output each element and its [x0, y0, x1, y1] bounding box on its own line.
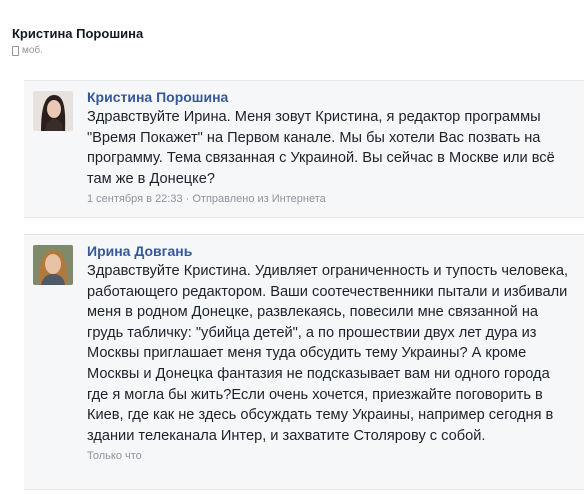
sender-name[interactable]: Кристина Порошина [87, 89, 574, 106]
message-item: Кристина Порошина Здравствуйте Ирина. Ме… [24, 80, 584, 218]
message-item: Ирина Довгань Здравствуйте Кристина. Уди… [24, 234, 584, 490]
message-thread: Кристина Порошина Здравствуйте Ирина. Ме… [24, 80, 584, 490]
message-timestamp: Только что [87, 450, 142, 463]
conversation-title[interactable]: Кристина Порошина [12, 26, 143, 41]
sender-name[interactable]: Ирина Довгань [87, 243, 574, 260]
avatar[interactable] [33, 91, 73, 131]
conversation-header: Кристина Порошина моб. [12, 26, 143, 56]
message-timestamp: 1 сентября в 22:33 · Отправлено из Интер… [87, 193, 326, 206]
mobile-phone-icon [12, 45, 19, 56]
avatar[interactable] [33, 245, 73, 285]
message-text: Здравствуйте Ирина. Меня зовут Кристина,… [87, 109, 555, 187]
device-indicator: моб. [12, 45, 143, 56]
device-label: моб. [22, 45, 43, 56]
message-text: Здравствуйте Кристина. Удивляет ограниче… [87, 263, 568, 444]
